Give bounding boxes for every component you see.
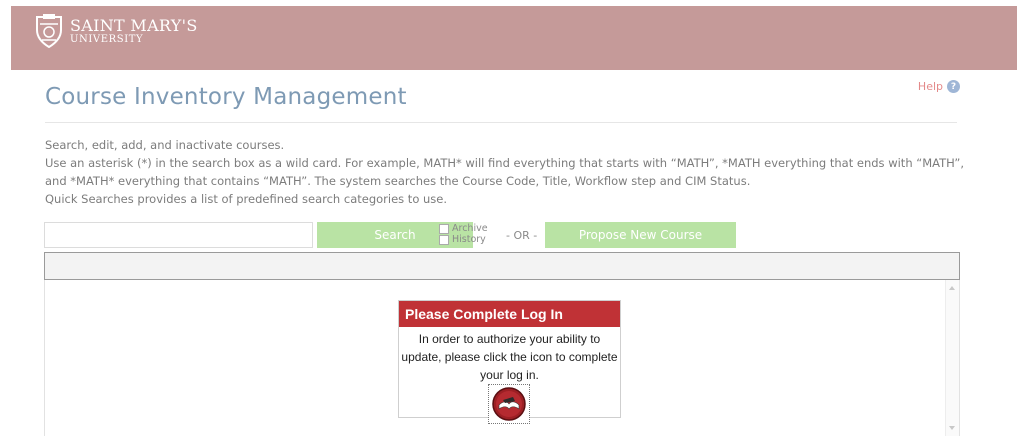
description-line: Quick Searches provides a list of predef… [45, 192, 448, 206]
login-prompt-message: In order to authorize your ability to up… [401, 332, 618, 382]
help-label: Help [917, 80, 943, 93]
archive-label: Archive [452, 223, 488, 234]
propose-new-course-button[interactable]: Propose New Course [545, 222, 736, 248]
archive-history-options: Archive History [439, 223, 488, 245]
search-input[interactable] [44, 222, 313, 248]
history-checkbox[interactable] [439, 234, 449, 245]
login-book-icon-graphic [492, 387, 526, 421]
scroll-down-icon[interactable] [949, 426, 955, 430]
page-title: Course Inventory Management [45, 84, 407, 110]
archive-option[interactable]: Archive [439, 223, 488, 234]
login-book-icon[interactable] [488, 384, 530, 424]
scroll-up-icon[interactable] [949, 286, 955, 290]
help-link[interactable]: Help ? [918, 80, 960, 93]
university-logo[interactable]: SAINT MARY'S UNIVERSITY [34, 14, 198, 48]
page-description: Search, edit, add, and inactivate course… [45, 136, 970, 208]
search-bar: Search Archive History - OR - Propose Ne… [44, 222, 964, 248]
login-prompt: Please Complete Log In In order to autho… [398, 300, 621, 424]
crest-icon [36, 14, 62, 48]
results-scrollbar[interactable] [945, 280, 959, 436]
archive-checkbox[interactable] [439, 223, 449, 234]
logo-subname: UNIVERSITY [70, 34, 144, 45]
history-option[interactable]: History [439, 234, 488, 245]
or-separator: - OR - [506, 229, 538, 242]
logo-name: SAINT MARY'S [70, 16, 198, 35]
history-label: History [452, 234, 486, 245]
site-header: SAINT MARY'S UNIVERSITY [11, 6, 1017, 70]
description-line: Search, edit, add, and inactivate course… [45, 138, 285, 152]
results-header-bar [44, 252, 960, 280]
results-panel: Please Complete Log In In order to autho… [44, 280, 960, 436]
login-prompt-title: Please Complete Log In [399, 301, 620, 327]
description-line: Use an asterisk (*) in the search box as… [45, 156, 965, 188]
title-divider [45, 122, 957, 123]
question-icon: ? [947, 80, 960, 93]
